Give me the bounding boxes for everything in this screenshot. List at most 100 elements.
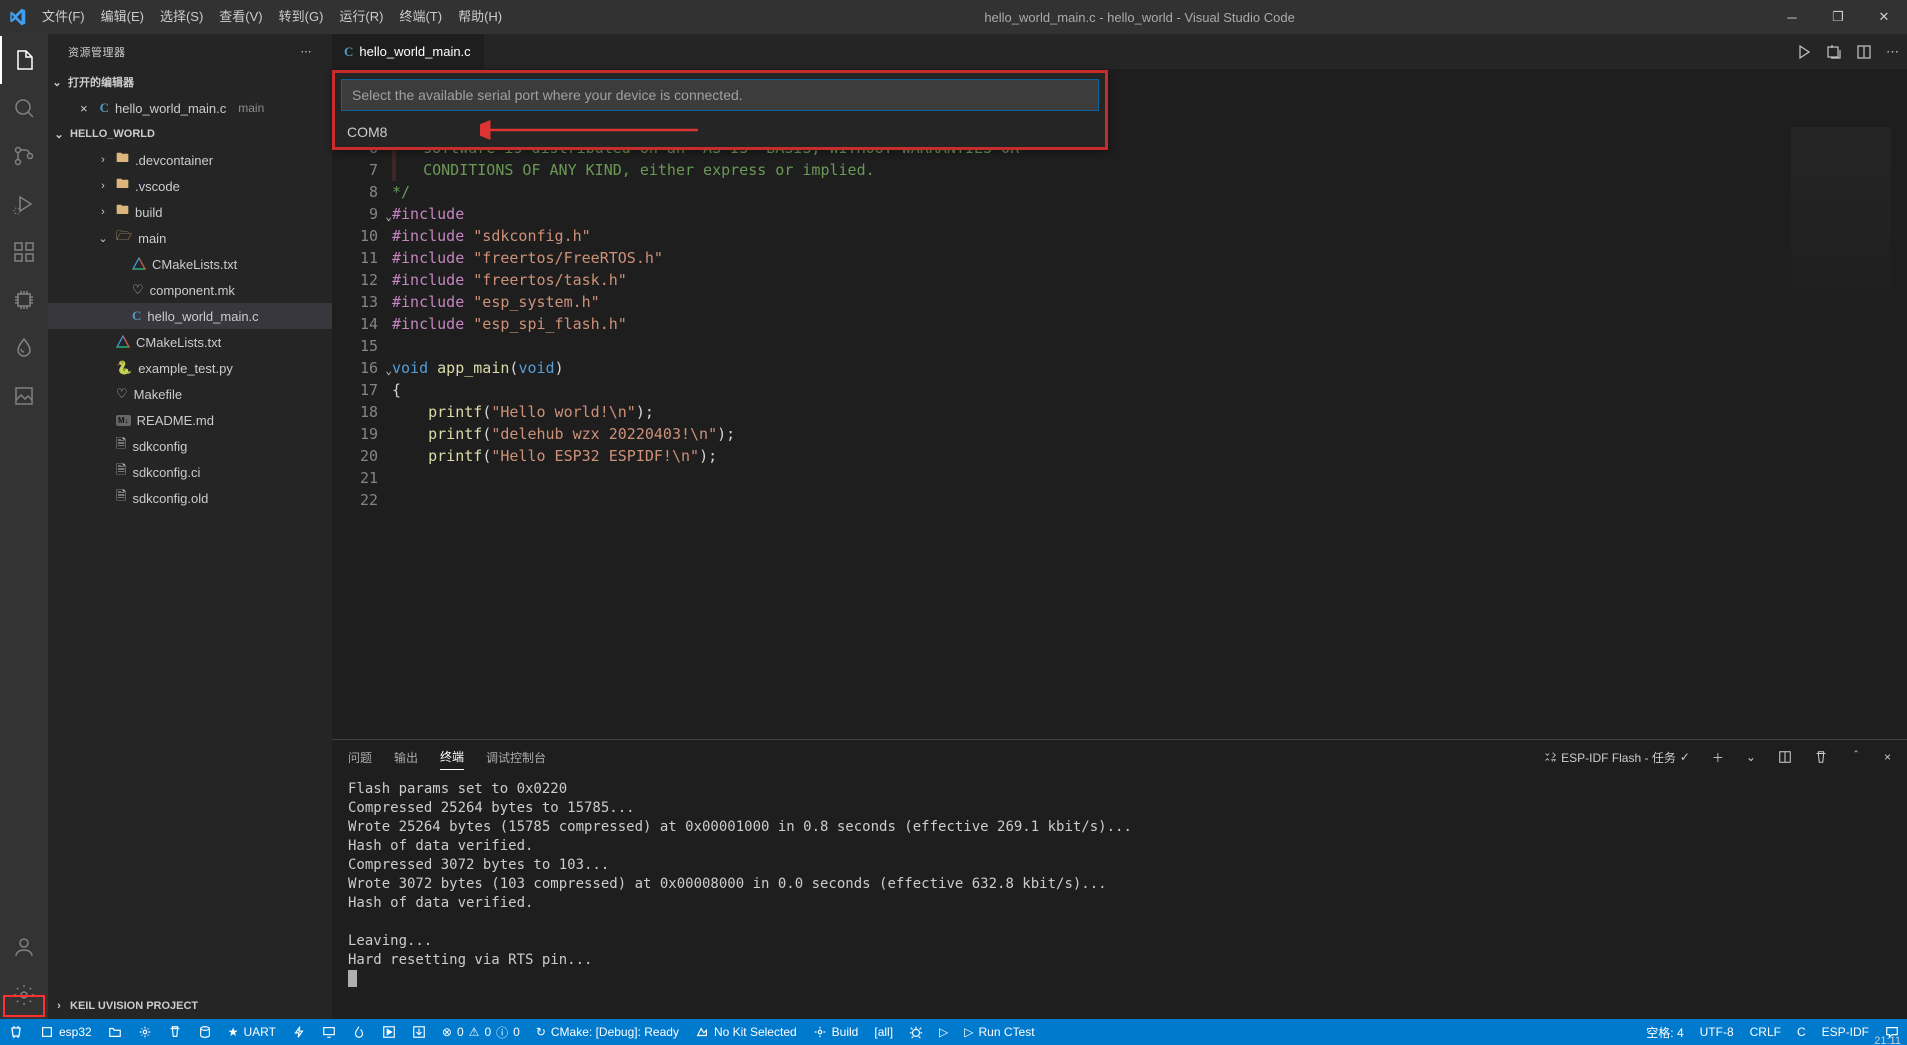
status-open-folder-icon[interactable] bbox=[100, 1019, 130, 1045]
sidebar-explorer: 资源管理器 ⋯ ⌄打开的编辑器 × C hello_world_main.c m… bbox=[48, 34, 332, 1019]
open-editors-header[interactable]: ⌄打开的编辑器 bbox=[48, 69, 332, 95]
panel-maximize-icon[interactable]: ＾ bbox=[1850, 749, 1862, 766]
sidebar-title: 资源管理器 ⋯ bbox=[48, 34, 332, 69]
panel-tabs: 问题 输出 终端 调试控制台 ESP-IDF Flash - 任务 ✓ ＋ ⌄ … bbox=[332, 740, 1907, 774]
tree-item-hello-world-main-c[interactable]: Chello_world_main.c bbox=[48, 303, 332, 329]
editor-tabs: C hello_world_main.c bbox=[332, 34, 1907, 69]
panel-close-icon[interactable]: × bbox=[1884, 750, 1891, 764]
terminal-cursor bbox=[348, 970, 357, 987]
line-number-gutter: 456789⌄10111213141516⌄171819202122 bbox=[332, 91, 392, 739]
status-debug-icon[interactable] bbox=[901, 1019, 931, 1045]
panel-new-terminal-icon[interactable]: ＋ bbox=[1712, 749, 1724, 766]
panel-dropdown-icon[interactable]: ⌄ bbox=[1746, 750, 1756, 764]
search-icon[interactable] bbox=[0, 84, 48, 132]
status-build-button[interactable]: Build bbox=[805, 1019, 867, 1045]
menu-view[interactable]: 查看(V) bbox=[211, 0, 270, 34]
more-actions-icon[interactable]: ⋯ bbox=[1886, 44, 1899, 60]
window-minimize-button[interactable]: ─ bbox=[1769, 0, 1815, 34]
source-control-icon[interactable] bbox=[0, 132, 48, 180]
status-com-port-icon[interactable] bbox=[0, 1019, 32, 1045]
panel-tab-problems[interactable]: 问题 bbox=[348, 745, 372, 770]
status-eol[interactable]: CRLF bbox=[1742, 1019, 1789, 1045]
open-editor-item[interactable]: × C hello_world_main.c main bbox=[48, 95, 332, 121]
terminal-output[interactable]: Flash params set to 0x0220 Compressed 25… bbox=[332, 774, 1907, 1019]
run-debug-icon[interactable] bbox=[0, 180, 48, 228]
panel-split-icon[interactable] bbox=[1778, 750, 1792, 764]
status-encoding[interactable]: UTF-8 bbox=[1692, 1019, 1742, 1045]
split-editor-icon[interactable] bbox=[1856, 44, 1872, 60]
window-title: hello_world_main.c - hello_world - Visua… bbox=[510, 10, 1769, 25]
tree-item-makefile[interactable]: ♡Makefile bbox=[48, 381, 332, 407]
status-run-ctest[interactable]: ▷ Run CTest bbox=[956, 1019, 1042, 1045]
tree-item-build[interactable]: ›🖿build bbox=[48, 199, 332, 225]
quick-pick-item-com8[interactable]: COM8 bbox=[335, 117, 1105, 147]
tree-item-example-test-py[interactable]: 🐍example_test.py bbox=[48, 355, 332, 381]
close-icon[interactable]: × bbox=[80, 101, 88, 116]
tree-item-cmakelists-txt[interactable]: CMakeLists.txt bbox=[48, 329, 332, 355]
tree-item--devcontainer[interactable]: ›🖿.devcontainer bbox=[48, 147, 332, 173]
menu-file[interactable]: 文件(F) bbox=[34, 0, 93, 34]
editor-actions: ⋯ bbox=[1796, 34, 1899, 69]
status-fire-icon[interactable] bbox=[344, 1019, 374, 1045]
panel-tab-debug[interactable]: 调试控制台 bbox=[486, 745, 546, 770]
run-file-icon[interactable] bbox=[1796, 44, 1812, 60]
menu-go[interactable]: 转到(G) bbox=[271, 0, 332, 34]
vscode-logo-icon bbox=[0, 8, 34, 26]
status-spaces[interactable]: 空格: 4 bbox=[1638, 1019, 1691, 1045]
file-compare-icon[interactable] bbox=[1826, 44, 1842, 60]
sidebar-more-icon[interactable]: ⋯ bbox=[301, 45, 313, 58]
tree-item-cmakelists-txt[interactable]: CMakeLists.txt bbox=[48, 251, 332, 277]
status-uart-button[interactable]: ★ UART bbox=[220, 1019, 284, 1045]
folder-root-header[interactable]: ⌄HELLO_WORLD bbox=[48, 121, 332, 147]
menu-run[interactable]: 运行(R) bbox=[331, 0, 391, 34]
status-run-icon[interactable] bbox=[374, 1019, 404, 1045]
tree-item-sdkconfig-ci[interactable]: 🗎sdkconfig.ci bbox=[48, 459, 332, 485]
account-icon[interactable] bbox=[0, 923, 48, 971]
menu-selection[interactable]: 选择(S) bbox=[152, 0, 211, 34]
code-editor[interactable]: Unless required by applicable law or agr… bbox=[392, 91, 1907, 739]
quick-pick-input[interactable] bbox=[342, 80, 1098, 110]
status-config-gear-icon[interactable] bbox=[130, 1019, 160, 1045]
image-icon[interactable] bbox=[0, 372, 48, 420]
explorer-icon[interactable] bbox=[0, 36, 48, 84]
status-kit[interactable]: No Kit Selected bbox=[687, 1019, 805, 1045]
status-espidf[interactable]: ESP-IDF bbox=[1814, 1019, 1877, 1045]
c-file-icon: C bbox=[344, 44, 353, 60]
status-flash-icon[interactable] bbox=[284, 1019, 314, 1045]
tab-hello-world-main[interactable]: C hello_world_main.c bbox=[332, 34, 484, 69]
status-db-icon[interactable] bbox=[190, 1019, 220, 1045]
status-play-icon[interactable]: ▷ bbox=[931, 1019, 956, 1045]
menu-terminal[interactable]: 终端(T) bbox=[391, 0, 450, 34]
chip-icon[interactable] bbox=[0, 276, 48, 324]
panel-tab-output[interactable]: 输出 bbox=[394, 745, 418, 770]
rainmeter-icon[interactable] bbox=[0, 324, 48, 372]
status-problems[interactable]: ⊗ 0 ⚠ 0 ⓘ 0 bbox=[434, 1019, 528, 1045]
menu-help[interactable]: 帮助(H) bbox=[450, 0, 510, 34]
status-cmake[interactable]: ↻ CMake: [Debug]: Ready bbox=[528, 1019, 687, 1045]
status-language[interactable]: C bbox=[1789, 1019, 1814, 1045]
panel-task-label[interactable]: ESP-IDF Flash - 任务 ✓ bbox=[1543, 749, 1690, 766]
status-trash-icon[interactable] bbox=[160, 1019, 190, 1045]
extensions-icon[interactable] bbox=[0, 228, 48, 276]
keil-section-header[interactable]: ›KEIL UVISION PROJECT bbox=[48, 993, 332, 1019]
tree-item-component-mk[interactable]: ♡component.mk bbox=[48, 277, 332, 303]
tree-item-readme-md[interactable]: M↓README.md bbox=[48, 407, 332, 433]
tree-item-main[interactable]: ⌄🗁main bbox=[48, 225, 332, 251]
settings-gear-icon[interactable] bbox=[0, 971, 48, 1019]
window-maximize-button[interactable]: ❐ bbox=[1815, 0, 1861, 34]
status-deploy-icon[interactable] bbox=[404, 1019, 434, 1045]
tree-item--vscode[interactable]: ›🖿.vscode bbox=[48, 173, 332, 199]
panel-trash-icon[interactable] bbox=[1814, 750, 1828, 764]
open-editor-path: main bbox=[238, 101, 264, 115]
tree-item-sdkconfig-old[interactable]: 🗎sdkconfig.old bbox=[48, 485, 332, 511]
status-target-chip[interactable]: esp32 bbox=[32, 1019, 100, 1045]
status-monitor-icon[interactable] bbox=[314, 1019, 344, 1045]
panel-tab-terminal[interactable]: 终端 bbox=[440, 744, 464, 770]
menu-edit[interactable]: 编辑(E) bbox=[93, 0, 152, 34]
tree-item-sdkconfig[interactable]: 🗎sdkconfig bbox=[48, 433, 332, 459]
status-build-target[interactable]: [all] bbox=[866, 1019, 901, 1045]
minimap[interactable] bbox=[1791, 127, 1891, 327]
quick-pick-input-wrap bbox=[341, 79, 1099, 111]
main-menu: 文件(F) 编辑(E) 选择(S) 查看(V) 转到(G) 运行(R) 终端(T… bbox=[34, 0, 510, 34]
window-close-button[interactable]: ✕ bbox=[1861, 0, 1907, 34]
